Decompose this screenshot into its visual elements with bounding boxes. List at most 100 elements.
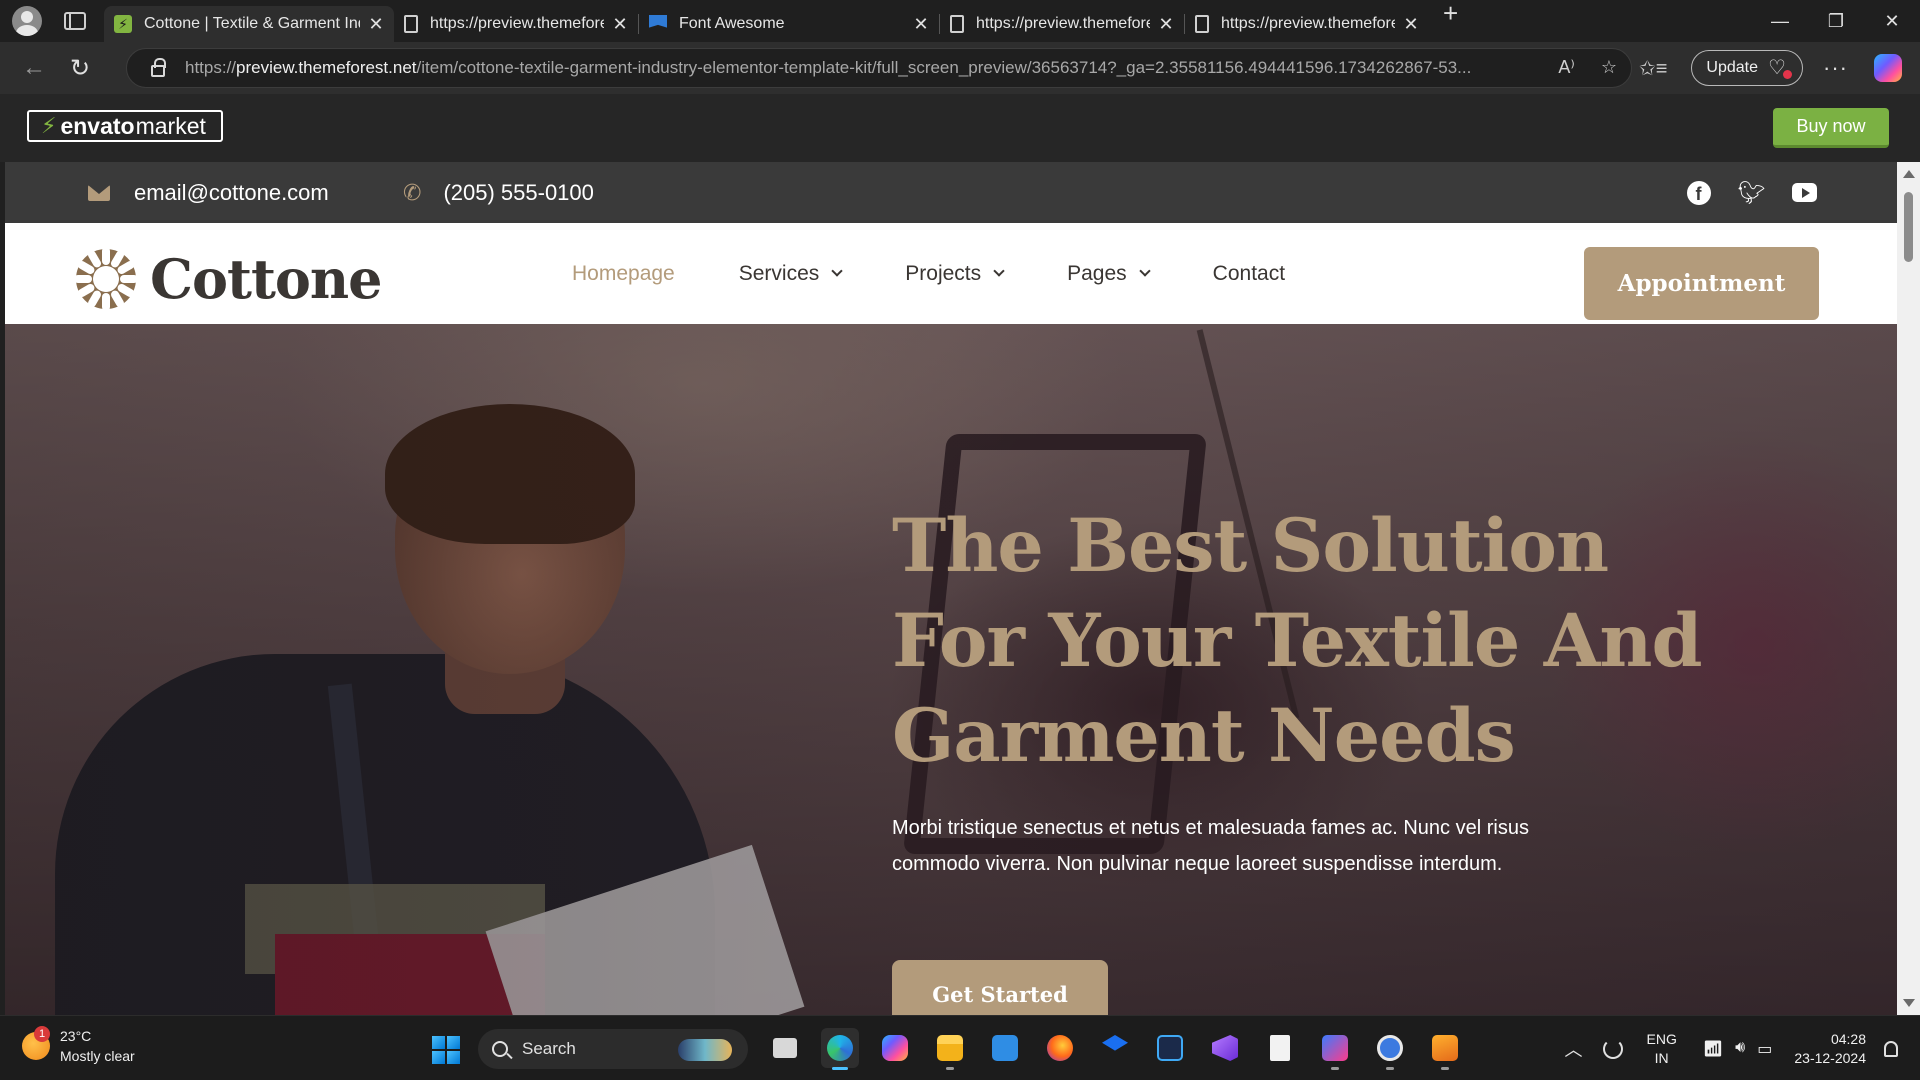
copilot-icon[interactable] — [1874, 54, 1902, 82]
clock[interactable]: 04:28 23-12-2024 — [1794, 1030, 1866, 1068]
search-highlight-art — [678, 1039, 732, 1061]
toolbar-right: ✩≡ Update ··· — [1639, 42, 1920, 94]
page-scrollbar[interactable] — [1897, 162, 1920, 1015]
address-bar[interactable]: https://preview.themeforest.net/item/cot… — [126, 48, 1632, 88]
nav-homepage[interactable]: Homepage — [572, 262, 675, 286]
chevron-down-icon — [993, 265, 1005, 277]
hero-title: The Best Solution For Your Textile And G… — [892, 499, 1792, 784]
scrollbar-thumb[interactable] — [1904, 192, 1913, 262]
weather-widget[interactable]: 1 23°C Mostly clear — [22, 1026, 135, 1066]
language-indicator[interactable]: ENG IN — [1647, 1030, 1677, 1068]
nav-label: Projects — [905, 261, 982, 285]
appointment-button[interactable]: Appointment — [1584, 247, 1819, 320]
cotton-flower-icon — [74, 247, 138, 311]
phone-icon: ✆ — [403, 179, 422, 205]
windows-start-icon[interactable] — [432, 1036, 460, 1064]
hero-section: The Best Solution For Your Textile And G… — [5, 324, 1897, 1015]
nav-label: Pages — [1067, 261, 1127, 285]
favorites-icon[interactable]: ✩≡ — [1639, 56, 1667, 81]
nav-pages[interactable]: Pages — [1067, 261, 1151, 286]
app-icon[interactable] — [1151, 1028, 1189, 1068]
notepad-icon[interactable] — [1261, 1028, 1299, 1068]
sublime-text-icon[interactable] — [1426, 1028, 1464, 1070]
address-bar-icons: A⁾ ☆ — [1558, 57, 1617, 78]
hero-title-line-3: Garment Needs — [892, 693, 1516, 779]
search-icon — [492, 1041, 508, 1057]
system-icons[interactable]: 📶︎ 🔊︎ ▭ — [1703, 1039, 1773, 1059]
nav-services[interactable]: Services — [739, 262, 843, 286]
profile-avatar-icon[interactable] — [12, 6, 42, 36]
update-button[interactable]: Update — [1691, 50, 1804, 86]
minimize-button[interactable]: — — [1752, 0, 1808, 42]
update-heart-icon — [1768, 55, 1793, 80]
close-tab-icon[interactable]: ✕ — [1158, 14, 1174, 35]
tab-preview-3[interactable]: https://preview.themeforest.net/it ✕ — [1185, 6, 1429, 42]
new-tab-button[interactable]: + — [1443, 0, 1458, 42]
get-started-button[interactable]: Get Started — [892, 960, 1108, 1015]
phone-text: (205) 555-0100 — [443, 179, 594, 205]
brand-logo[interactable]: Cottone — [74, 247, 383, 311]
tab-cottone[interactable]: ⚡ Cottone | Textile & Garment Indus ✕ — [104, 6, 394, 42]
weather-sun-icon: 1 — [22, 1026, 50, 1060]
chevron-up-icon[interactable]: ︿ — [1565, 1036, 1583, 1062]
weather-desc: Mostly clear — [60, 1048, 135, 1064]
topbar-email[interactable]: email@cottone.com — [88, 162, 329, 223]
notification-bell-icon[interactable] — [1884, 1040, 1898, 1057]
more-menu-icon[interactable]: ··· — [1823, 55, 1848, 81]
tab-actions-icon[interactable] — [64, 12, 86, 30]
reload-button[interactable]: ↻ — [60, 48, 100, 88]
taskbar-apps — [766, 1028, 1464, 1070]
taskbar-search[interactable]: Search — [478, 1029, 748, 1069]
url-text[interactable]: https://preview.themeforest.net/item/cot… — [185, 58, 1525, 78]
tab-preview-1[interactable]: https://preview.themeforest.net/it ✕ — [394, 6, 638, 42]
nav-projects[interactable]: Projects — [905, 261, 1005, 286]
brand-name: Cottone — [150, 247, 383, 311]
tab-list: ⚡ Cottone | Textile & Garment Indus ✕ ht… — [104, 0, 1458, 42]
visual-studio-icon[interactable] — [1206, 1028, 1244, 1068]
dropbox-icon[interactable] — [1096, 1028, 1134, 1068]
lock-icon[interactable] — [151, 58, 166, 77]
copilot-icon[interactable] — [876, 1028, 914, 1068]
close-tab-icon[interactable]: ✕ — [368, 14, 384, 35]
logo-word-market: market — [135, 112, 206, 139]
youtube-icon[interactable] — [1792, 180, 1817, 205]
twitter-icon[interactable]: 🐦︎ — [1738, 180, 1766, 205]
hero-description: Morbi tristique senectus et netus et mal… — [892, 817, 1529, 875]
topbar-phone[interactable]: ✆ (205) 555-0100 — [403, 162, 594, 223]
firefox-icon[interactable] — [1041, 1028, 1079, 1068]
url-host: preview.themeforest.net — [236, 58, 417, 77]
edge-icon[interactable] — [821, 1028, 859, 1070]
envato-market-logo[interactable]: ⚡ envato market — [27, 110, 223, 142]
android-studio-icon[interactable] — [1371, 1028, 1409, 1070]
back-button[interactable]: ← — [14, 48, 54, 88]
buy-now-button[interactable]: Buy now — [1773, 108, 1889, 148]
favorite-star-icon[interactable]: ☆ — [1601, 57, 1617, 78]
restore-button[interactable]: ❐ — [1808, 0, 1864, 42]
close-tab-icon[interactable]: ✕ — [913, 14, 929, 35]
sync-icon[interactable] — [1602, 1038, 1623, 1059]
tab-title: https://preview.themeforest.net/it — [1221, 15, 1395, 32]
tab-title: https://preview.themeforest.net/it — [976, 15, 1150, 32]
chevron-down-icon — [1139, 265, 1151, 277]
jetbrains-icon[interactable] — [1316, 1028, 1354, 1070]
close-tab-icon[interactable]: ✕ — [612, 14, 628, 35]
mail-icon[interactable] — [986, 1028, 1024, 1068]
language-code: ENG — [1646, 1030, 1677, 1047]
task-view-icon[interactable] — [766, 1028, 804, 1068]
scroll-up-arrow-icon[interactable] — [1903, 170, 1915, 178]
chevron-down-icon — [831, 265, 843, 277]
facebook-icon[interactable]: f — [1686, 180, 1711, 205]
tab-preview-2[interactable]: https://preview.themeforest.net/it ✕ — [940, 6, 1184, 42]
close-tab-icon[interactable]: ✕ — [1403, 14, 1419, 35]
main-nav: Homepage Services Projects Pages Contact — [572, 223, 1349, 324]
read-aloud-icon[interactable]: A⁾ — [1558, 57, 1574, 78]
volume-icon: 🔊︎ — [1735, 1038, 1746, 1056]
logo-word-envato: envato — [60, 112, 135, 139]
social-links: f 🐦︎ — [1686, 162, 1817, 223]
tab-font-awesome[interactable]: Font Awesome ✕ — [639, 6, 939, 42]
file-explorer-icon[interactable] — [931, 1028, 969, 1070]
nav-contact[interactable]: Contact — [1213, 262, 1285, 286]
close-window-button[interactable]: ✕ — [1864, 0, 1920, 42]
scroll-down-arrow-icon[interactable] — [1903, 999, 1915, 1007]
page-icon — [1195, 15, 1209, 33]
